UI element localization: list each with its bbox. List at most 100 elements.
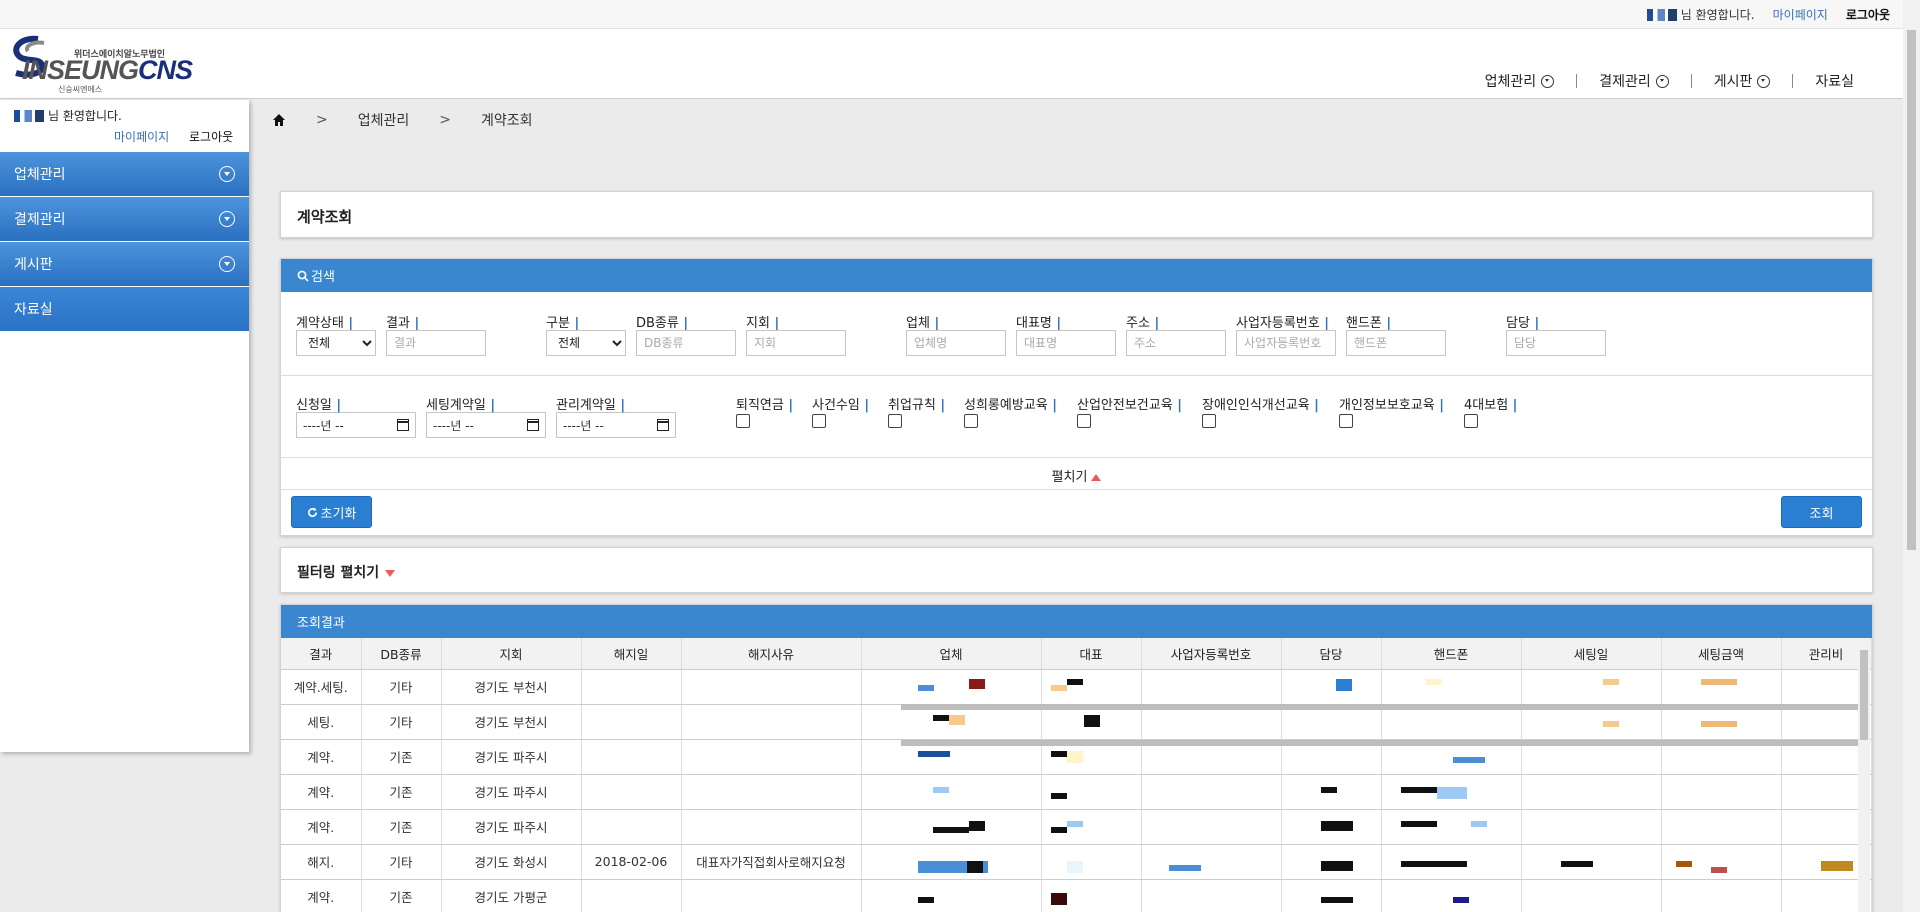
cell-result: 계약.세팅.	[281, 669, 362, 705]
redaction-block	[1437, 787, 1467, 799]
table-row[interactable]: 계약. 기존 경기도 파주시	[281, 774, 1872, 810]
redaction-block	[967, 861, 983, 873]
sidebar-mypage-link[interactable]: 마이페이지	[114, 128, 169, 145]
redaction-block	[1051, 685, 1067, 691]
address-input[interactable]	[1126, 330, 1226, 356]
sidebar-item-board[interactable]: 게시판	[0, 242, 249, 286]
sidebar-item-company-management[interactable]: 업체관리	[0, 152, 249, 196]
phone-input[interactable]	[1346, 330, 1446, 356]
site-header: 위더스에이치알노무법인 INSEUNGCNS 신승씨엔에스 업체관리 결제관리 …	[0, 29, 1920, 99]
branch-field: 지회	[746, 312, 846, 356]
nav-board[interactable]: 게시판	[1692, 71, 1793, 91]
column-header[interactable]: 해지일	[581, 638, 682, 670]
manage-date-label: 관리계약일	[556, 394, 676, 413]
setting-date-input[interactable]: ----년 --	[426, 412, 546, 438]
sidebar-logout-link[interactable]: 로그아웃	[189, 128, 233, 145]
checkbox-disability-edu: 장애인인식개선교육	[1202, 394, 1319, 428]
cell-result: 세팅.	[281, 704, 362, 740]
cell-termination-date	[581, 669, 682, 705]
cell-result: 계약.	[281, 774, 362, 810]
checkbox[interactable]	[736, 414, 750, 428]
redaction-block	[1169, 865, 1201, 871]
search-button[interactable]: 조회	[1781, 496, 1862, 528]
calendar-icon[interactable]	[657, 419, 669, 431]
redaction-block	[1067, 821, 1083, 827]
manager-input[interactable]	[1506, 330, 1606, 356]
sidebar-item-payment-management[interactable]: 결제관리	[0, 197, 249, 241]
redaction-block	[1426, 679, 1442, 685]
nav-payment-management[interactable]: 결제관리	[1577, 71, 1691, 91]
results-scrollbar[interactable]	[1858, 638, 1870, 912]
sidebar-item-label: 게시판	[14, 257, 53, 273]
checkbox[interactable]	[812, 414, 826, 428]
company-input[interactable]	[906, 330, 1006, 356]
column-header[interactable]: 해지사유	[681, 638, 862, 670]
redaction-block	[1603, 679, 1619, 685]
search-button-label: 조회	[1809, 506, 1834, 522]
column-header[interactable]: 업체	[861, 638, 1042, 670]
setting-date-label: 세팅계약일	[426, 394, 546, 413]
db-type-input[interactable]	[636, 330, 736, 356]
result-input[interactable]	[386, 330, 486, 356]
contract-status-field: 계약상태 전체	[296, 312, 376, 356]
checkbox-label: 성희롱예방교육	[964, 394, 1057, 413]
branch-input[interactable]	[746, 330, 846, 356]
redaction-block	[1821, 861, 1853, 871]
checkbox-label: 개인정보보호교육	[1339, 394, 1444, 413]
column-header[interactable]: 대표	[1041, 638, 1142, 670]
manager-label: 담당	[1506, 312, 1606, 331]
column-header[interactable]: 세팅일	[1521, 638, 1662, 670]
cell-biz-no	[1141, 879, 1282, 912]
redaction-block	[1051, 751, 1067, 757]
redaction-strip	[901, 740, 1866, 746]
address-label: 주소	[1126, 312, 1226, 331]
ceo-input[interactable]	[1016, 330, 1116, 356]
calendar-icon[interactable]	[527, 419, 539, 431]
scrollbar-thumb[interactable]	[1860, 650, 1868, 740]
checkbox[interactable]	[888, 414, 902, 428]
db-type-field: DB종류	[636, 312, 736, 356]
contract-status-select[interactable]: 전체	[296, 330, 376, 356]
scrollbar-thumb[interactable]	[1907, 30, 1916, 550]
reset-button[interactable]: 초기화	[291, 496, 372, 528]
table-header-row: 결과 DB종류 지회 해지일 해지사유 업체 대표 사업자등록번호 담당 핸드폰…	[281, 638, 1872, 670]
checkbox[interactable]	[964, 414, 978, 428]
redaction-block	[1471, 821, 1487, 827]
calendar-icon[interactable]	[397, 419, 409, 431]
column-header[interactable]: 결과	[281, 638, 362, 670]
checkbox[interactable]	[1202, 414, 1216, 428]
phone-field: 핸드폰	[1346, 312, 1446, 356]
checkbox[interactable]	[1339, 414, 1353, 428]
column-header[interactable]: 핸드폰	[1381, 638, 1522, 670]
table-row[interactable]: 계약. 기존 경기도 가평군	[281, 879, 1872, 912]
checkbox[interactable]	[1077, 414, 1091, 428]
table-row[interactable]: 계약.세팅. 기타 경기도 부천시	[281, 669, 1872, 705]
redaction-block	[1401, 787, 1437, 793]
sidebar-welcome: 님 환영합니다.	[14, 107, 122, 124]
column-header[interactable]: DB종류	[361, 638, 442, 670]
column-header[interactable]: 담당	[1281, 638, 1382, 670]
nav-company-management[interactable]: 업체관리	[1463, 71, 1577, 91]
column-header[interactable]: 지회	[441, 638, 582, 670]
column-header[interactable]: 사업자등록번호	[1141, 638, 1282, 670]
apply-date-input[interactable]: ----년 --	[296, 412, 416, 438]
filter-panel[interactable]: 필터링 펼치기	[280, 547, 1873, 593]
nav-archive[interactable]: 자료실	[1793, 71, 1854, 91]
reset-label: 초기화	[320, 506, 357, 522]
logout-link[interactable]: 로그아웃	[1846, 6, 1890, 23]
checkbox[interactable]	[1464, 414, 1478, 428]
home-icon[interactable]	[272, 113, 286, 127]
filter-toggle[interactable]: 필터링 펼치기	[297, 562, 396, 582]
expand-toggle[interactable]: 펼치기	[281, 466, 1872, 485]
manage-date-input[interactable]: ----년 --	[556, 412, 676, 438]
sidebar-item-archive[interactable]: 자료실	[0, 287, 249, 331]
biz-no-input[interactable]	[1236, 330, 1336, 356]
page-scrollbar[interactable]	[1903, 0, 1920, 912]
checkbox-label: 사건수임	[812, 394, 869, 413]
breadcrumb-item-company-management[interactable]: 업체관리	[358, 110, 410, 130]
column-header[interactable]: 세팅금액	[1661, 638, 1782, 670]
mypage-link[interactable]: 마이페이지	[1773, 6, 1828, 23]
company-logo[interactable]: 위더스에이치알노무법인 INSEUNGCNS 신승씨엔에스	[8, 33, 193, 95]
checkbox-work-rules: 취업규칙	[888, 394, 945, 428]
category-select[interactable]: 전체	[546, 330, 626, 356]
